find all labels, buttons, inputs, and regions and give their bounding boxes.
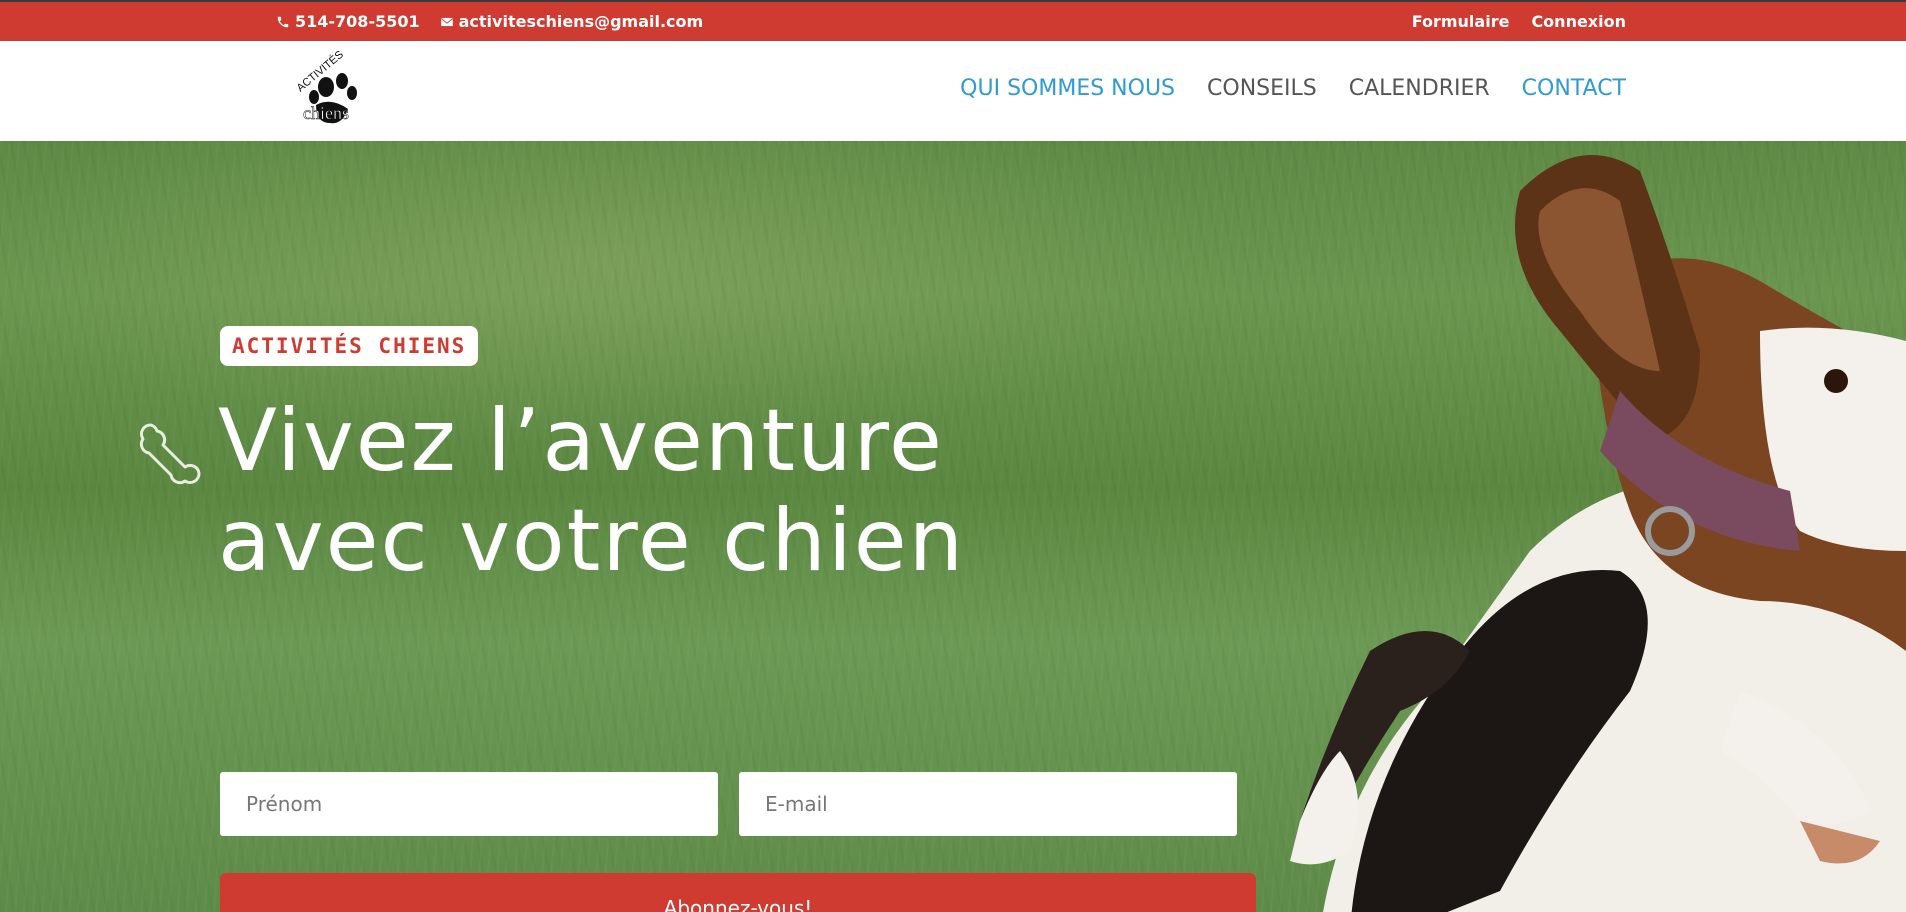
phone-icon xyxy=(277,16,289,27)
first-name-input[interactable] xyxy=(220,772,718,836)
hero-headline: Vivez l’aventure avec votre chien xyxy=(218,391,966,591)
formulaire-link[interactable]: Formulaire xyxy=(1412,12,1510,31)
email-input[interactable] xyxy=(739,772,1237,836)
phone-contact[interactable]: 514-708-5501 xyxy=(276,12,420,31)
email-address: activiteschiens@gmail.com xyxy=(458,12,704,31)
nav-calendrier[interactable]: CALENDRIER xyxy=(1349,76,1490,101)
site-logo[interactable]: ACTIVITÉS chiens xyxy=(286,47,366,133)
main-nav: QUI SOMMES NOUS CONSEILS CALENDRIER CONT… xyxy=(960,76,1626,101)
contact-info: 514-708-5501 activiteschiens@gmail.com xyxy=(276,12,703,31)
envelope-icon xyxy=(440,17,453,26)
hero-badge: ACTIVITÉS CHIENS xyxy=(220,326,479,366)
running-beagle-image xyxy=(1290,155,1906,912)
top-contact-bar: 514-708-5501 activiteschiens@gmail.com F… xyxy=(0,0,1906,41)
nav-conseils[interactable]: CONSEILS xyxy=(1207,76,1317,101)
top-links: Formulaire Connexion xyxy=(1412,12,1626,31)
nav-qui-sommes-nous[interactable]: QUI SOMMES NOUS xyxy=(960,76,1175,101)
nav-contact[interactable]: CONTACT xyxy=(1522,76,1626,101)
email-contact[interactable]: activiteschiens@gmail.com xyxy=(440,12,704,31)
hero-section: ACTIVITÉS CHIENS Vivez l’aventure avec v… xyxy=(0,141,1906,912)
bone-icon xyxy=(139,423,201,485)
phone-number: 514-708-5501 xyxy=(295,12,420,31)
subscribe-button[interactable]: Abonnez-vous! xyxy=(220,873,1256,912)
site-header: ACTIVITÉS chiens QUI SOMMES NOUS CONSEIL… xyxy=(0,41,1906,141)
connexion-link[interactable]: Connexion xyxy=(1531,12,1626,31)
svg-text:chiens: chiens xyxy=(303,103,349,123)
